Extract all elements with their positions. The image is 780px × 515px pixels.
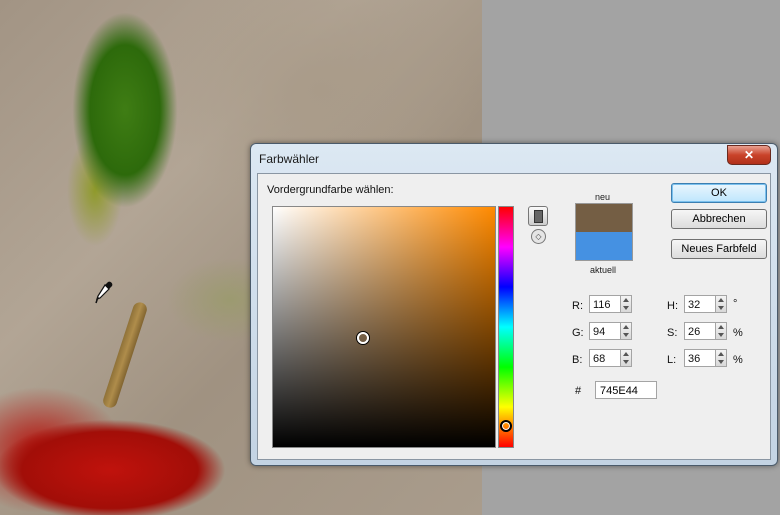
l-input[interactable]: 36 xyxy=(684,349,716,367)
web-color-icon[interactable]: ◇ xyxy=(531,229,546,244)
s-unit: % xyxy=(733,327,743,339)
saturation-brightness-field[interactable] xyxy=(272,206,496,448)
g-stepper[interactable] xyxy=(621,322,632,340)
black-gradient xyxy=(273,207,495,447)
color-picker-dialog: Farbwähler ✕ Vordergrundfarbe wählen: ◇ … xyxy=(250,143,778,466)
new-color-swatch xyxy=(575,203,633,233)
close-button[interactable]: ✕ xyxy=(727,145,771,165)
b-stepper[interactable] xyxy=(621,349,632,367)
r-input[interactable]: 116 xyxy=(589,295,621,313)
g-label: G: xyxy=(572,327,584,339)
r-stepper[interactable] xyxy=(621,295,632,313)
r-label: R: xyxy=(572,300,583,312)
h-stepper[interactable] xyxy=(716,295,727,313)
hex-label: # xyxy=(575,385,582,397)
b-label: B: xyxy=(572,354,583,366)
dialog-title: Farbwähler xyxy=(259,152,320,166)
h-input[interactable]: 32 xyxy=(684,295,716,313)
l-unit: % xyxy=(733,354,743,366)
titlebar: Farbwähler ✕ xyxy=(251,144,777,172)
hex-input[interactable]: 745E44 xyxy=(595,381,657,399)
eyedropper-cursor-icon xyxy=(95,281,113,304)
g-input[interactable]: 94 xyxy=(589,322,621,340)
new-color-label: neu xyxy=(595,192,611,202)
cancel-button[interactable]: Abbrechen xyxy=(671,209,767,229)
l-stepper[interactable] xyxy=(716,349,727,367)
l-label: L: xyxy=(667,354,677,366)
s-input[interactable]: 26 xyxy=(684,322,716,340)
foreground-label: Vordergrundfarbe wählen: xyxy=(267,184,394,196)
dialog-client: Vordergrundfarbe wählen: ◇ neu aktuell O… xyxy=(257,173,771,460)
current-color-swatch[interactable] xyxy=(575,232,633,261)
new-swatch-button[interactable]: Neues Farbfeld xyxy=(671,239,767,259)
gamut-warning-icon[interactable] xyxy=(528,206,548,226)
ok-button[interactable]: OK xyxy=(671,183,767,203)
hue-slider[interactable] xyxy=(498,206,514,448)
hue-slider-marker[interactable] xyxy=(500,420,512,432)
h-unit: ° xyxy=(733,298,738,310)
s-label: S: xyxy=(667,327,678,339)
current-color-label: aktuell xyxy=(590,265,617,275)
h-label: H: xyxy=(667,300,678,312)
s-stepper[interactable] xyxy=(716,322,727,340)
color-picker-circle[interactable] xyxy=(357,332,369,344)
b-input[interactable]: 68 xyxy=(589,349,621,367)
